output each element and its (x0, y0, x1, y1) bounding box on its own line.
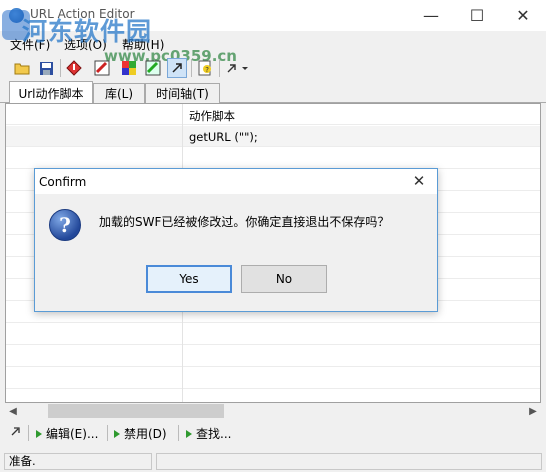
disable-button-label: 禁用(D) (124, 427, 167, 441)
maximize-button[interactable]: ☐ (454, 0, 500, 30)
link-dropdown-icon[interactable] (224, 58, 252, 78)
find-button-label: 查找... (196, 427, 232, 441)
dialog-close-icon[interactable]: ✕ (407, 171, 431, 191)
horizontal-scrollbar[interactable]: ◀ ▶ (5, 403, 541, 419)
action-bar: 编辑(E)... 禁用(D) 查找... (0, 422, 546, 444)
minimize-button[interactable]: — (408, 0, 454, 30)
no-button[interactable]: No (241, 265, 327, 293)
dialog-message: 加载的SWF已经被修改过。你确定直接退出不保存吗？ (99, 215, 390, 229)
table-row[interactable]: getURL (""); (6, 126, 540, 147)
dialog-title: Confirm (39, 175, 87, 189)
url-action-icon[interactable] (167, 58, 187, 78)
edit-button[interactable]: 编辑(E)... (36, 425, 98, 442)
tab-strip: Url动作脚本 库(L) 时间轴(T) (0, 81, 546, 104)
dialog-title-bar: Confirm ✕ (35, 169, 437, 194)
scroll-right-icon[interactable]: ▶ (525, 403, 541, 419)
tab-timeline[interactable]: 时间轴(T) (145, 83, 220, 103)
help-icon[interactable]: ? (195, 58, 215, 78)
tab-url-script[interactable]: Url动作脚本 (9, 81, 93, 104)
row-script-value: getURL (""); (189, 130, 258, 144)
status-text: 准备. (4, 453, 152, 470)
status-pane (156, 453, 542, 470)
close-button[interactable]: ✕ (500, 0, 546, 30)
scroll-left-icon[interactable]: ◀ (5, 403, 21, 419)
toolbar: ? (0, 56, 546, 80)
play-icon (186, 429, 192, 438)
status-bar: 准备. (0, 451, 546, 472)
save-icon[interactable] (36, 58, 56, 78)
find-button[interactable]: 查找... (186, 425, 231, 442)
play-icon (114, 429, 120, 438)
column-header-script: 动作脚本 (189, 109, 235, 123)
edit-red-icon[interactable] (92, 58, 112, 78)
grid-header-row: 动作脚本 (6, 104, 540, 125)
confirm-dialog: Confirm ✕ ? 加载的SWF已经被修改过。你确定直接退出不保存吗？ Ye… (34, 168, 438, 312)
stop-icon[interactable] (64, 58, 84, 78)
open-folder-icon[interactable] (12, 58, 32, 78)
link-small-icon[interactable] (10, 425, 22, 437)
color-grid-icon[interactable] (119, 58, 139, 78)
scroll-thumb[interactable] (48, 404, 224, 418)
svg-text:?: ? (205, 66, 209, 74)
disable-button[interactable]: 禁用(D) (114, 425, 167, 442)
play-icon (36, 429, 42, 438)
question-icon: ? (49, 209, 81, 241)
edit-button-label: 编辑(E)... (46, 427, 99, 441)
yes-button[interactable]: Yes (146, 265, 232, 293)
edit-green-icon[interactable] (143, 58, 163, 78)
tab-library[interactable]: 库(L) (93, 83, 145, 103)
watermark-text: 河东软件园 (22, 17, 153, 46)
